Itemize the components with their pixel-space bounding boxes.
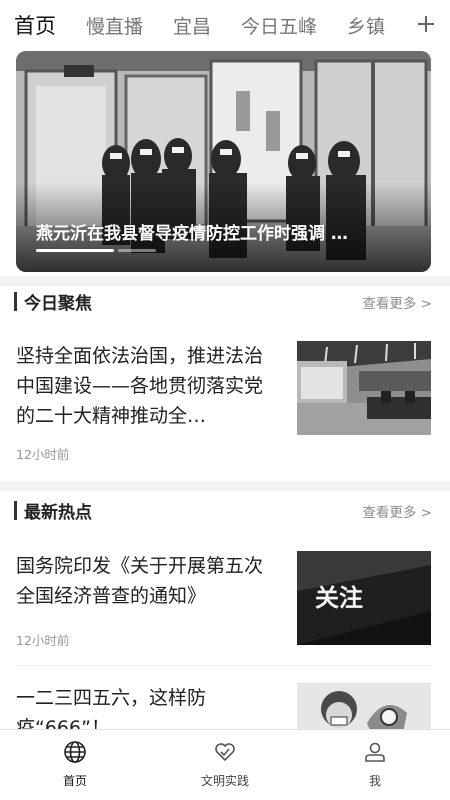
article-time: 12小时前 bbox=[16, 447, 70, 462]
article-thumbnail: 关注 bbox=[297, 551, 431, 645]
tab-yichang[interactable]: 宜昌 bbox=[173, 12, 211, 39]
article-item[interactable]: 一二三四五六，这样防疫“666”！ bbox=[16, 683, 431, 729]
carousel-indicator bbox=[36, 249, 156, 252]
carousel-dot-active bbox=[36, 249, 114, 252]
article-item[interactable]: 坚持全面依法治国，推进法治中国建设——各地贯彻落实党的二十大精神推动全… 12小… bbox=[16, 341, 431, 471]
tab-today-wufeng[interactable]: 今日五峰 bbox=[241, 12, 317, 39]
tab-towns[interactable]: 乡镇 bbox=[347, 12, 385, 39]
focus-more-link[interactable]: 查看更多 > bbox=[362, 292, 432, 312]
thumbnail-text: 关注 bbox=[315, 584, 363, 612]
article-title: 坚持全面依法治国，推进法治中国建设——各地贯彻落实党的二十大精神推动全… bbox=[16, 345, 264, 427]
hot-more-link[interactable]: 查看更多 > bbox=[362, 501, 432, 521]
globe-icon bbox=[64, 741, 86, 763]
section-title-hot: 最新热点 bbox=[24, 503, 92, 523]
article-title: 一二三四五六，这样防疫“666”！ bbox=[16, 687, 207, 729]
article-time: 12小时前 bbox=[16, 633, 70, 648]
channel-tab-bar: 首页 慢直播 宜昌 今日五峰 乡镇 bbox=[0, 0, 450, 50]
article-thumbnail bbox=[297, 341, 431, 435]
carousel-dot bbox=[118, 249, 156, 252]
banner-title[interactable]: 燕元沂在我县督导疫情防控工作时强调 … bbox=[36, 219, 409, 244]
nav-me-label: 我 bbox=[368, 774, 381, 788]
nav-home-label: 首页 bbox=[62, 774, 87, 788]
section-marker bbox=[14, 501, 17, 520]
nav-home[interactable]: 首页 bbox=[0, 730, 150, 800]
tab-home[interactable]: 首页 bbox=[14, 10, 56, 40]
section-marker bbox=[14, 292, 17, 311]
list-divider bbox=[16, 665, 431, 666]
nav-me[interactable]: 我 bbox=[300, 730, 450, 800]
section-header-hot: 最新热点 查看更多 > bbox=[0, 489, 450, 533]
nav-civic-practice[interactable]: 文明实践 bbox=[150, 730, 300, 800]
banner-carousel[interactable]: 燕元沂在我县督导疫情防控工作时强调 … bbox=[16, 51, 431, 272]
nav-civic-practice-label: 文明实践 bbox=[200, 774, 249, 788]
section-header-focus: 今日聚焦 查看更多 > bbox=[0, 280, 450, 324]
article-title: 国务院印发《关于开展第五次全国经济普查的通知》 bbox=[16, 555, 264, 607]
section-title-focus: 今日聚焦 bbox=[24, 294, 92, 314]
bottom-nav: 首页 文明实践 我 bbox=[0, 729, 450, 800]
heart-icon bbox=[215, 743, 235, 762]
tab-slow-live[interactable]: 慢直播 bbox=[86, 12, 143, 39]
article-thumbnail bbox=[297, 683, 431, 729]
article-item[interactable]: 国务院印发《关于开展第五次全国经济普查的通知》 12小时前 关注 bbox=[16, 551, 431, 657]
add-channel-icon[interactable] bbox=[412, 10, 440, 38]
user-icon bbox=[365, 742, 385, 762]
